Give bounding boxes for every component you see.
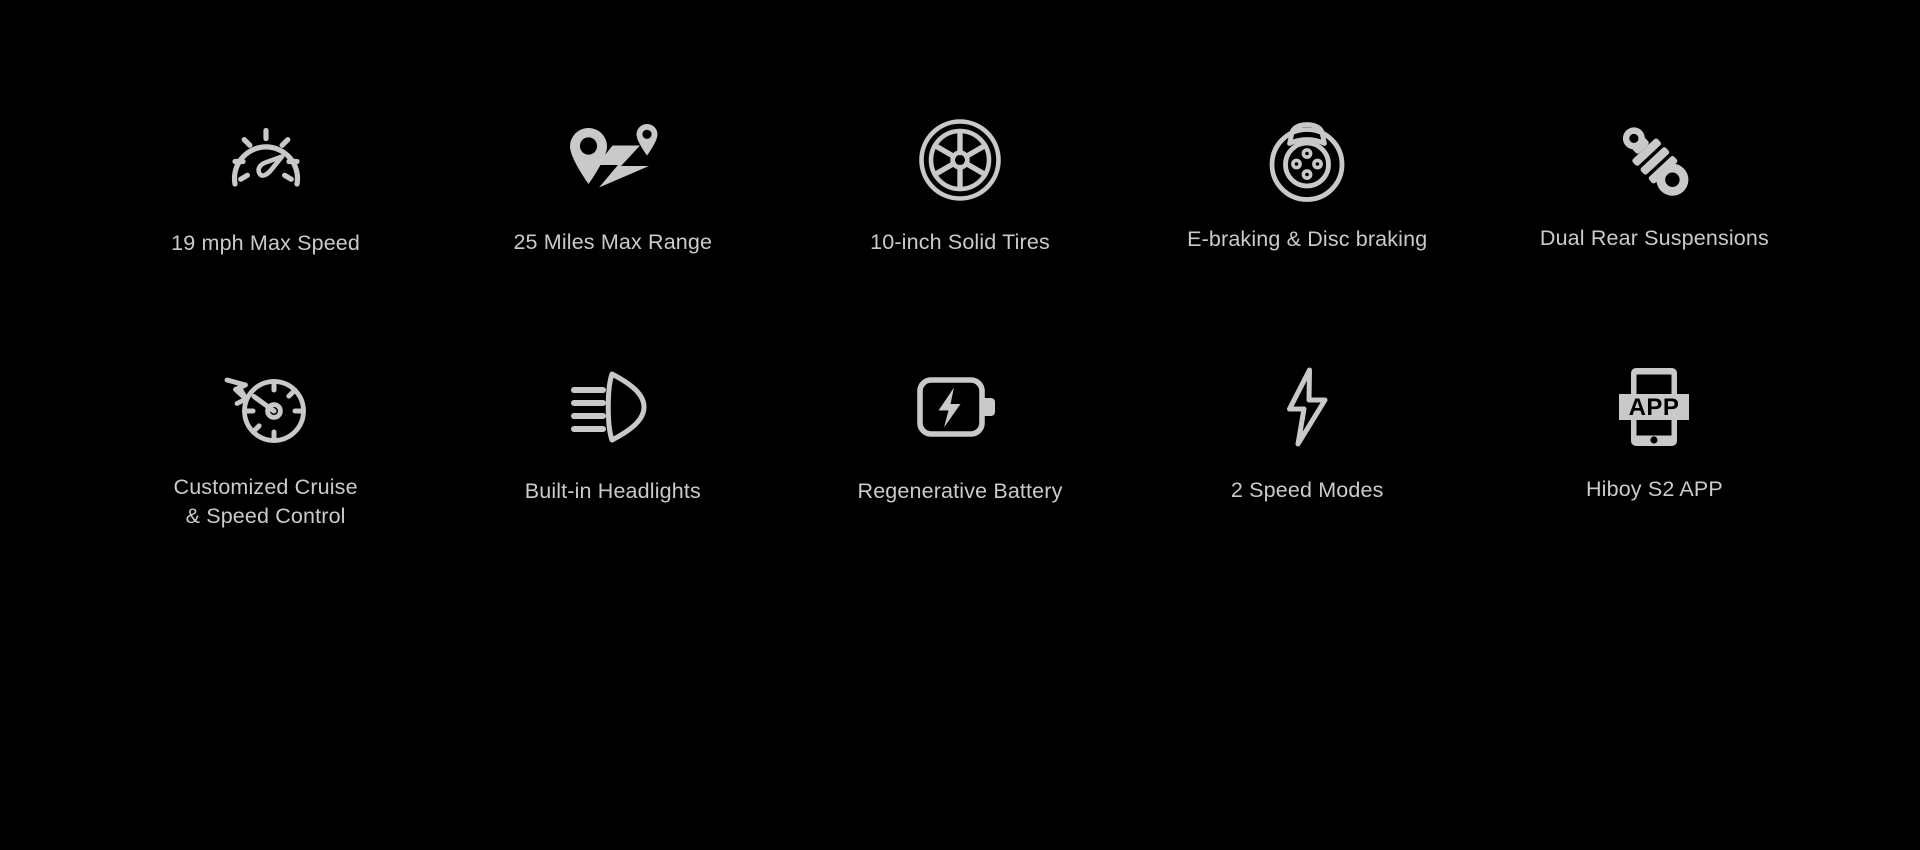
speedometer-icon	[224, 118, 308, 202]
feature-item-max-speed: 19 mph Max Speed	[92, 118, 439, 258]
feature-label: Hiboy S2 APP	[1585, 477, 1723, 501]
feature-label: 25 Miles Max Range	[513, 230, 713, 254]
feature-label: Regenerative Battery	[857, 479, 1063, 503]
svg-text:APP: APP	[1629, 394, 1680, 421]
feature-label: E-braking & Disc braking	[1187, 227, 1428, 251]
phone-app-icon: APP	[1614, 365, 1694, 449]
feature-item-cruise-control: Customized Cruise & Speed Control	[92, 365, 439, 531]
headlight-icon	[565, 365, 661, 449]
brake-disc-icon	[1265, 118, 1349, 202]
feature-label: Dual Rear Suspensions	[1539, 226, 1769, 250]
feature-row-bottom: Customized Cruise & Speed Control Built-…	[0, 258, 1920, 531]
feature-item-headlights: Built-in Headlights	[439, 365, 786, 506]
wheel-tire-icon	[918, 118, 1002, 202]
feature-label: 19 mph Max Speed	[171, 231, 361, 255]
feature-label: 10-inch Solid Tires	[870, 230, 1050, 254]
route-map-pin-icon	[563, 118, 663, 202]
feature-item-max-range: 25 Miles Max Range	[439, 118, 786, 257]
feature-label: Customized Cruise & Speed Control	[173, 475, 358, 528]
lightning-bolt-icon	[1273, 365, 1341, 449]
cruise-control-dial-icon	[219, 365, 313, 449]
feature-label: 2 Speed Modes	[1230, 478, 1384, 502]
battery-bolt-icon	[915, 365, 1005, 449]
feature-board: 19 mph Max Speed 25 Miles Max Range 10-i…	[0, 0, 1920, 850]
feature-item-suspensions: Dual Rear Suspensions	[1481, 118, 1828, 253]
feature-item-braking: E-braking & Disc braking	[1134, 118, 1481, 254]
feature-label: Built-in Headlights	[524, 479, 701, 503]
feature-row-top: 19 mph Max Speed 25 Miles Max Range 10-i…	[0, 0, 1920, 258]
feature-item-tires: 10-inch Solid Tires	[786, 118, 1133, 257]
feature-item-speed-modes: 2 Speed Modes	[1134, 365, 1481, 505]
shock-absorber-icon	[1607, 118, 1701, 202]
feature-item-battery: Regenerative Battery	[786, 365, 1133, 506]
feature-item-app: APP Hiboy S2 APP	[1481, 365, 1828, 504]
